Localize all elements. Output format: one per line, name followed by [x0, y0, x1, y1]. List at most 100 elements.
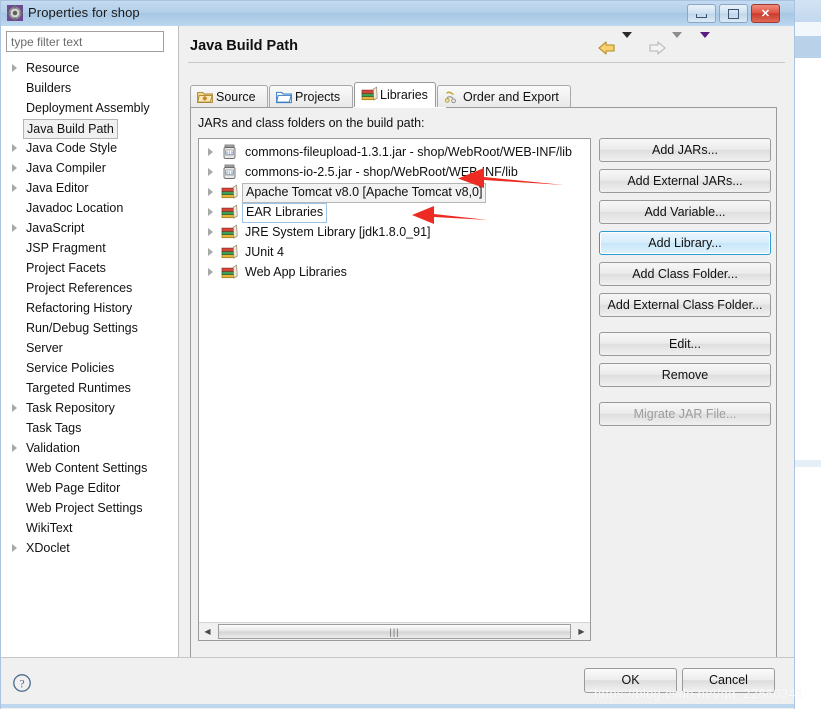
dialog-bottom-edge	[1, 704, 794, 708]
expand-triangle-icon[interactable]	[208, 188, 213, 196]
expand-triangle-icon[interactable]	[12, 444, 17, 452]
build-path-entry-row[interactable]: 010 commons-io-2.5.jar - shop/WebRoot/WEB…	[199, 162, 590, 182]
maximize-button[interactable]	[719, 4, 748, 23]
sidebar-item-web-page-editor[interactable]: Web Page Editor	[1, 478, 178, 498]
sidebar-item-label: Deployment Assembly	[26, 101, 150, 115]
build-path-entry-row[interactable]: Apache Tomcat v8.0 [Apache Tomcat v8,0]	[199, 182, 590, 203]
build-path-entries-tree[interactable]: 010 commons-fileupload-1.3.1.jar - shop/W…	[198, 138, 591, 641]
expand-triangle-icon[interactable]	[12, 184, 17, 192]
filter-input[interactable]	[6, 31, 164, 52]
sidebar-item-label: Project Facets	[26, 261, 106, 275]
build-path-entry-label: Apache Tomcat v8.0 [Apache Tomcat v8,0]	[242, 183, 487, 203]
sidebar-item-javascript[interactable]: JavaScript	[1, 218, 178, 238]
build-path-entry-row[interactable]: 010 commons-fileupload-1.3.1.jar - shop/W…	[199, 142, 590, 162]
migrate-jar-file-button: Migrate JAR File...	[599, 402, 771, 426]
expand-triangle-icon[interactable]	[208, 228, 213, 236]
expand-triangle-icon[interactable]	[12, 544, 17, 552]
back-arrow-icon[interactable]	[597, 38, 617, 61]
sidebar-item-validation[interactable]: Validation	[1, 438, 178, 458]
library-icon	[221, 224, 238, 240]
sidebar-item-deployment-assembly[interactable]: Deployment Assembly	[1, 98, 178, 118]
sidebar-item-java-build-path[interactable]: Java Build Path	[1, 118, 178, 139]
add-external-jars-button[interactable]: Add External JARs...	[599, 169, 771, 193]
build-path-entry-row[interactable]: Web App Libraries	[199, 262, 590, 282]
sidebar-item-label: JSP Fragment	[26, 241, 106, 255]
scroll-right-icon[interactable]: ▶	[573, 623, 590, 640]
library-icon	[221, 264, 238, 280]
add-library-button[interactable]: Add Library...	[599, 231, 771, 255]
expand-triangle-icon[interactable]	[208, 148, 213, 156]
sidebar-item-task-repository[interactable]: Task Repository	[1, 398, 178, 418]
sidebar-item-task-tags[interactable]: Task Tags	[1, 418, 178, 438]
sidebar-item-run-debug-settings[interactable]: Run/Debug Settings	[1, 318, 178, 338]
ok-button[interactable]: OK	[584, 668, 677, 693]
libraries-books-icon	[361, 86, 378, 101]
sidebar-item-java-compiler[interactable]: Java Compiler	[1, 158, 178, 178]
remove-button[interactable]: Remove	[599, 363, 771, 387]
sidebar-item-wikitext[interactable]: WikiText	[1, 518, 178, 538]
sidebar-item-label: Web Page Editor	[26, 481, 121, 495]
expand-triangle-icon[interactable]	[12, 224, 17, 232]
add-jars-button[interactable]: Add JARs...	[599, 138, 771, 162]
tab-label: Order and Export	[463, 90, 559, 104]
minimize-button[interactable]	[687, 4, 716, 23]
scroll-left-icon[interactable]: ◀	[199, 623, 216, 640]
sidebar-item-label: Task Repository	[26, 401, 115, 415]
expand-triangle-icon[interactable]	[208, 248, 213, 256]
build-path-entry-row[interactable]: JUnit 4	[199, 242, 590, 262]
sidebar-item-java-code-style[interactable]: Java Code Style	[1, 138, 178, 158]
sidebar-item-label: Java Compiler	[26, 161, 106, 175]
sidebar-item-targeted-runtimes[interactable]: Targeted Runtimes	[1, 378, 178, 398]
sidebar-item-service-policies[interactable]: Service Policies	[1, 358, 178, 378]
view-menu-chevron-down-purple-icon[interactable]	[700, 32, 710, 52]
sidebar-item-refactoring-history[interactable]: Refactoring History	[1, 298, 178, 318]
help-question-icon[interactable]: ?	[12, 673, 32, 693]
sidebar-item-label: Validation	[26, 441, 80, 455]
build-path-entry-label: Web App Libraries	[245, 265, 347, 279]
back-menu-chevron-down-icon[interactable]	[622, 32, 632, 52]
library-icon	[221, 184, 238, 200]
sidebar-item-jsp-fragment[interactable]: JSP Fragment	[1, 238, 178, 258]
expand-triangle-icon[interactable]	[208, 208, 213, 216]
cancel-button[interactable]: Cancel	[682, 668, 775, 693]
tab-source[interactable]: Source	[190, 85, 268, 108]
tab-projects[interactable]: Projects	[269, 85, 353, 108]
sidebar-item-javadoc-location[interactable]: Javadoc Location	[1, 198, 178, 218]
tab-order-and-export[interactable]: Order and Export	[437, 85, 571, 108]
sidebar-item-project-references[interactable]: Project References	[1, 278, 178, 298]
add-external-class-folder-button[interactable]: Add External Class Folder...	[599, 293, 771, 317]
expand-triangle-icon[interactable]	[12, 404, 17, 412]
add-variable-button[interactable]: Add Variable...	[599, 200, 771, 224]
tab-libraries[interactable]: Libraries	[354, 82, 436, 108]
sidebar-item-resource[interactable]: Resource	[1, 58, 178, 78]
edit-button[interactable]: Edit...	[599, 332, 771, 356]
jars-label: JARs and class folders on the build path…	[198, 116, 425, 130]
settings-page: Java Build Path Source Projects Librarie…	[179, 26, 794, 659]
sidebar-item-web-content-settings[interactable]: Web Content Settings	[1, 458, 178, 478]
expand-triangle-icon[interactable]	[12, 164, 17, 172]
sidebar-item-server[interactable]: Server	[1, 338, 178, 358]
jar-icon: 010	[221, 144, 238, 160]
settings-tree: Resource Builders Deployment Assembly Java …	[1, 58, 178, 558]
close-button[interactable]: ✕	[751, 4, 780, 23]
build-path-action-buttons: Add JARs... Add External JARs... Add Varia…	[599, 138, 771, 433]
expand-triangle-icon[interactable]	[12, 64, 17, 72]
sidebar-item-label: Web Content Settings	[26, 461, 148, 475]
sidebar-item-web-project-settings[interactable]: Web Project Settings	[1, 498, 178, 518]
sidebar-item-project-facets[interactable]: Project Facets	[1, 258, 178, 278]
sidebar-item-builders[interactable]: Builders	[1, 78, 178, 98]
build-path-entry-row[interactable]: EAR Libraries	[199, 202, 590, 223]
scrollbar-thumb[interactable]: |||	[218, 624, 571, 639]
sidebar-item-xdoclet[interactable]: XDoclet	[1, 538, 178, 558]
expand-triangle-icon[interactable]	[208, 168, 213, 176]
add-class-folder-button[interactable]: Add Class Folder...	[599, 262, 771, 286]
settings-sidebar: Resource Builders Deployment Assembly Java …	[1, 26, 179, 657]
sidebar-item-java-editor[interactable]: Java Editor	[1, 178, 178, 198]
dialog-titlebar: Properties for shop ✕	[1, 1, 794, 27]
expand-triangle-icon[interactable]	[12, 144, 17, 152]
horizontal-scrollbar[interactable]: ◀ ||| ▶	[199, 622, 590, 640]
build-path-entry-row[interactable]: JRE System Library [jdk1.8.0_91]	[199, 222, 590, 242]
expand-triangle-icon[interactable]	[208, 268, 213, 276]
tab-label: Projects	[295, 90, 341, 104]
forward-arrow-icon	[647, 38, 667, 61]
